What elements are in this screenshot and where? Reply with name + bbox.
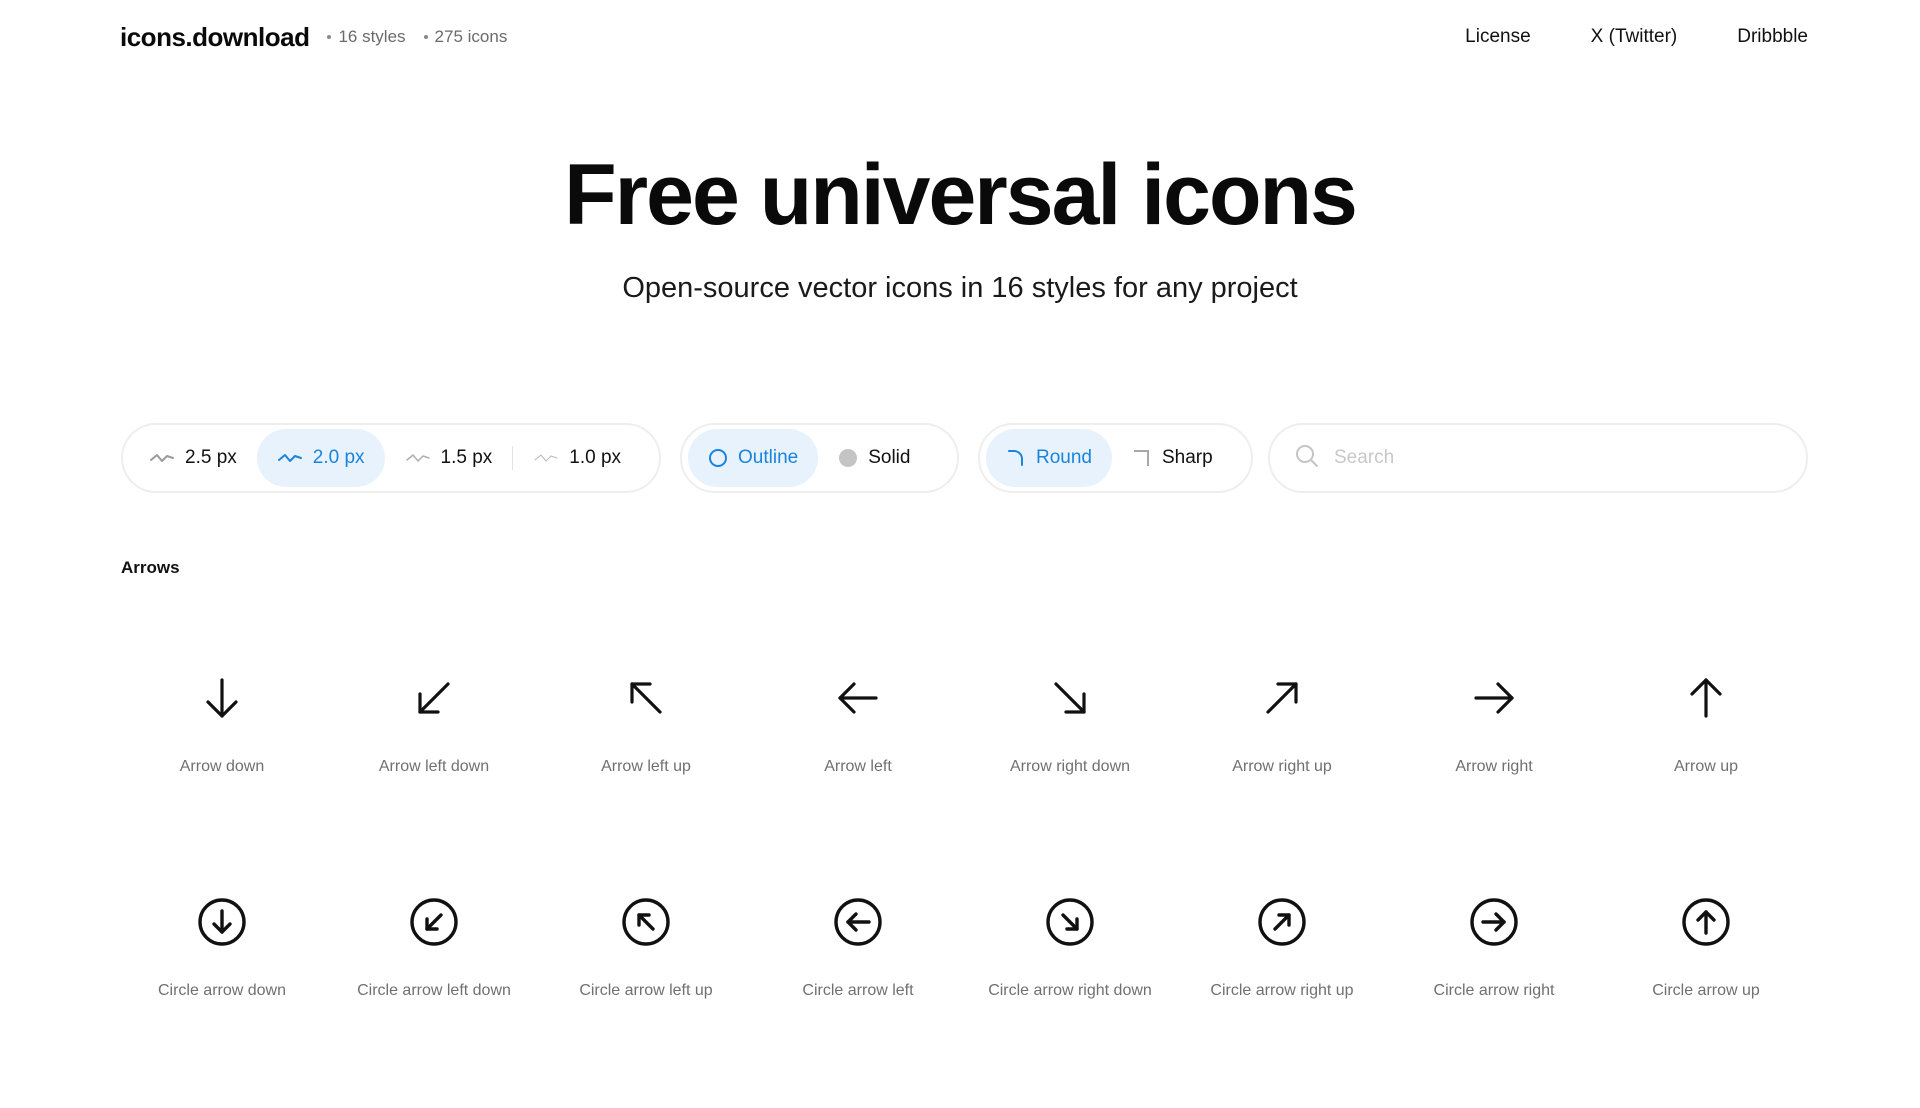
- search-input[interactable]: [1332, 446, 1776, 470]
- icon-label: Circle arrow left: [802, 982, 914, 999]
- arrow-right-up-icon: [1254, 670, 1310, 726]
- icon-card-arrow-right-up[interactable]: Arrow right up: [1176, 660, 1388, 884]
- icon-card-circle-arrow-up[interactable]: Circle arrow up: [1600, 884, 1812, 1108]
- icon-card-arrow-up[interactable]: Arrow up: [1600, 660, 1812, 884]
- icon-label: Arrow right: [1455, 758, 1533, 775]
- arrow-right-icon: [1466, 670, 1522, 726]
- icon-label: Circle arrow left down: [357, 982, 511, 999]
- icon-card-circle-arrow-right-down[interactable]: Circle arrow right down: [964, 884, 1176, 1108]
- circle-arrow-left-up-icon: [618, 894, 674, 950]
- icon-card-circle-arrow-down[interactable]: Circle arrow down: [116, 884, 328, 1108]
- icon-label: Circle arrow right up: [1210, 982, 1354, 999]
- arrow-right-down-icon: [1042, 670, 1098, 726]
- icon-label: Arrow right down: [1009, 758, 1131, 775]
- outline-circle-icon: [708, 448, 728, 468]
- icon-label: Circle arrow left up: [579, 982, 713, 999]
- styles-count: 16 styles: [327, 27, 406, 47]
- header: icons.download 16 styles 275 icons Licen…: [120, 14, 1808, 60]
- stroke-option-2-0[interactable]: 2.0 px: [256, 429, 385, 487]
- arrow-up-icon: [1678, 670, 1734, 726]
- arrow-left-icon: [830, 670, 886, 726]
- icon-card-circle-arrow-right-up[interactable]: Circle arrow right up: [1176, 884, 1388, 1108]
- icon-label: Arrow left down: [378, 758, 490, 775]
- icon-card-arrow-right[interactable]: Arrow right: [1388, 660, 1600, 884]
- solid-circle-icon: [838, 448, 858, 468]
- circle-arrow-left-down-icon: [406, 894, 462, 950]
- corner-option-round[interactable]: Round: [986, 429, 1112, 487]
- icon-grid: Arrow down Arrow left down Arrow left up…: [116, 660, 1812, 1108]
- squiggle-icon: [149, 451, 175, 465]
- fill-option-solid[interactable]: Solid: [818, 429, 930, 487]
- nav-link-dribbble[interactable]: Dribbble: [1737, 26, 1808, 48]
- nav-link-license[interactable]: License: [1465, 26, 1531, 48]
- hero-title: Free universal icons: [564, 147, 1358, 243]
- circle-arrow-up-icon: [1678, 894, 1734, 950]
- circle-arrow-down-icon: [194, 894, 250, 950]
- stroke-option-1-0[interactable]: 1.0 px: [513, 429, 641, 487]
- arrow-left-down-icon: [406, 670, 462, 726]
- icon-card-circle-arrow-left-down[interactable]: Circle arrow left down: [328, 884, 540, 1108]
- circle-arrow-left-icon: [830, 894, 886, 950]
- icon-card-arrow-left-up[interactable]: Arrow left up: [540, 660, 752, 884]
- bullet-icon: [327, 35, 332, 39]
- page: icons.download 16 styles 275 icons Licen…: [0, 0, 1920, 1080]
- circle-arrow-right-up-icon: [1254, 894, 1310, 950]
- icon-label: Circle arrow up: [1652, 982, 1760, 999]
- brand-logo[interactable]: icons.download: [120, 22, 310, 53]
- icons-count: 275 icons: [423, 27, 508, 47]
- corner-option-label: Sharp: [1162, 447, 1213, 468]
- icon-label: Arrow left up: [601, 758, 691, 775]
- styles-count-text: 16 styles: [338, 27, 406, 46]
- stroke-option-label: 2.0 px: [312, 447, 365, 468]
- section-title-arrows: Arrows: [121, 558, 180, 577]
- fill-option-label: Solid: [868, 447, 911, 468]
- icon-card-circle-arrow-left[interactable]: Circle arrow left: [752, 884, 964, 1108]
- nav-link-twitter[interactable]: X (Twitter): [1591, 26, 1678, 48]
- stroke-option-label: 1.5 px: [440, 447, 493, 468]
- fill-option-outline[interactable]: Outline: [688, 429, 819, 487]
- icon-card-arrow-down[interactable]: Arrow down: [116, 660, 328, 884]
- sharp-corner-icon: [1132, 448, 1152, 468]
- stroke-width-selector: 2.5 px 2.0 px 1.5 px 1.0 px: [121, 423, 661, 493]
- icon-card-arrow-left-down[interactable]: Arrow left down: [328, 660, 540, 884]
- icons-count-text: 275 icons: [434, 27, 508, 46]
- icon-label: Arrow left: [824, 758, 892, 775]
- circle-arrow-right-icon: [1466, 894, 1522, 950]
- corner-option-label: Round: [1036, 447, 1092, 468]
- icon-label: Arrow up: [1673, 758, 1739, 775]
- icon-label: Arrow right up: [1232, 758, 1332, 775]
- squiggle-icon: [277, 451, 303, 465]
- icon-card-circle-arrow-right[interactable]: Circle arrow right: [1388, 884, 1600, 1108]
- round-corner-icon: [1006, 448, 1026, 468]
- squiggle-icon: [533, 451, 559, 465]
- hero-subtitle: Open-source vector icons in 16 styles fo…: [622, 272, 1298, 304]
- fill-style-selector: Outline Solid: [680, 423, 959, 493]
- circle-arrow-right-down-icon: [1042, 894, 1098, 950]
- icon-label: Circle arrow down: [157, 982, 287, 999]
- arrow-down-icon: [194, 670, 250, 726]
- icon-label: Arrow down: [179, 758, 265, 775]
- icon-label: Circle arrow right down: [988, 982, 1152, 999]
- icon-card-circle-arrow-left-up[interactable]: Circle arrow left up: [540, 884, 752, 1108]
- squiggle-icon: [405, 451, 431, 465]
- icon-card-arrow-left[interactable]: Arrow left: [752, 660, 964, 884]
- bullet-icon: [423, 35, 428, 39]
- site-stats: 16 styles 275 icons: [327, 27, 525, 47]
- stroke-option-label: 2.5 px: [185, 447, 237, 468]
- corner-option-sharp[interactable]: Sharp: [1112, 429, 1233, 487]
- search-icon: [1294, 443, 1320, 474]
- icon-label: Circle arrow right: [1433, 982, 1555, 999]
- fill-option-label: Outline: [738, 447, 799, 468]
- arrow-left-up-icon: [618, 670, 674, 726]
- stroke-option-1-5[interactable]: 1.5 px: [385, 429, 513, 487]
- top-nav: License X (Twitter) Dribbble: [1465, 26, 1808, 48]
- stroke-option-label: 1.0 px: [569, 447, 622, 468]
- icon-card-arrow-right-down[interactable]: Arrow right down: [964, 660, 1176, 884]
- corner-style-selector: Round Sharp: [978, 423, 1253, 493]
- search-box: [1268, 423, 1808, 493]
- stroke-option-2-5[interactable]: 2.5 px: [129, 429, 257, 487]
